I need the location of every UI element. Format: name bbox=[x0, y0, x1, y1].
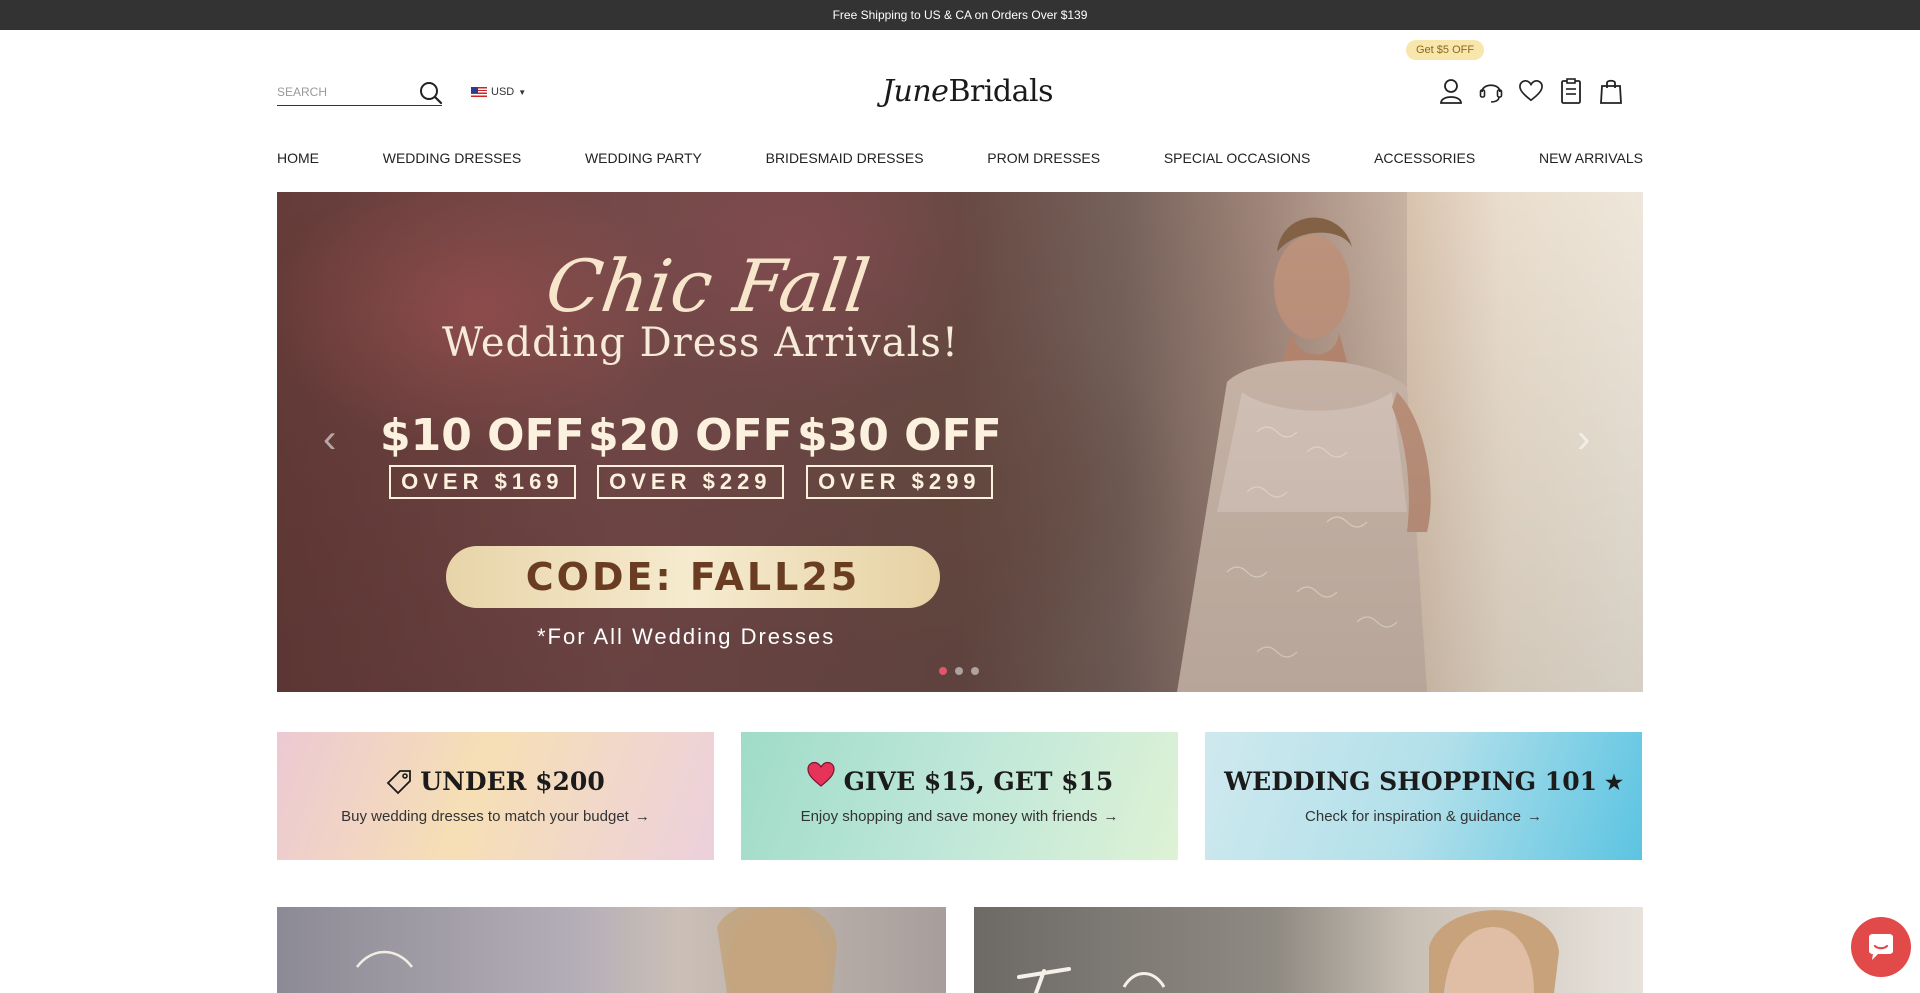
nav-special-occasions[interactable]: SPECIAL OCCASIONS bbox=[1164, 150, 1311, 166]
promo-note: *For All Wedding Dresses bbox=[537, 624, 836, 649]
us-flag-icon bbox=[471, 87, 487, 97]
search-button[interactable] bbox=[418, 80, 444, 106]
collection-banner-left[interactable] bbox=[277, 907, 946, 993]
card-text-label: Enjoy shopping and save money with frien… bbox=[800, 808, 1098, 825]
card-give-get[interactable]: GIVE $15, GET $15 Enjoy shopping and sav… bbox=[741, 732, 1178, 860]
card-title: GIVE $15, GET $15 bbox=[806, 761, 1114, 796]
card-text: Buy wedding dresses to match your budget… bbox=[341, 808, 650, 825]
nav-wedding-dresses[interactable]: WEDDING DRESSES bbox=[383, 150, 521, 166]
hero-subtitle: Wedding Dress Arrivals! bbox=[442, 320, 960, 366]
account-button[interactable] bbox=[1439, 78, 1463, 104]
carousel-dot[interactable] bbox=[955, 667, 963, 675]
card-text-label: Buy wedding dresses to match your budget bbox=[341, 808, 629, 825]
nav-home[interactable]: HOME bbox=[277, 150, 319, 166]
announcement-bar: Free Shipping to US & CA on Orders Over … bbox=[0, 0, 1920, 30]
chat-icon bbox=[1869, 934, 1893, 960]
heart-icon bbox=[807, 761, 835, 787]
support-icon bbox=[1479, 84, 1503, 103]
chevron-left-icon: ‹ bbox=[323, 417, 337, 461]
nav-wedding-party[interactable]: WEDDING PARTY bbox=[585, 150, 702, 166]
card-title-text: UNDER $200 bbox=[420, 767, 605, 796]
offer-minimum: OVER $169 bbox=[389, 465, 576, 499]
cart-button[interactable] bbox=[1599, 78, 1623, 104]
announcement-text: Free Shipping to US & CA on Orders Over … bbox=[832, 8, 1088, 22]
promo-code: CODE: FALL25 bbox=[446, 546, 940, 608]
account-icon bbox=[1440, 79, 1462, 104]
header-icons bbox=[1439, 78, 1623, 104]
collection-banner-right[interactable] bbox=[974, 907, 1643, 993]
model-image-right bbox=[1017, 910, 1559, 993]
main-nav: HOME WEDDING DRESSES WEDDING PARTY BRIDE… bbox=[277, 150, 1643, 166]
orders-icon bbox=[1561, 78, 1581, 104]
card-title: WEDDING SHOPPING 101 ★ bbox=[1224, 767, 1623, 796]
search-input[interactable] bbox=[277, 80, 417, 104]
nav-accessories[interactable]: ACCESSORIES bbox=[1374, 150, 1475, 166]
arrow-right-icon: → bbox=[634, 808, 650, 825]
chevron-right-icon: › bbox=[1577, 417, 1591, 461]
promo-cards: UNDER $200 Buy wedding dresses to match … bbox=[277, 732, 1643, 860]
wishlist-button[interactable] bbox=[1519, 78, 1543, 104]
card-text-label: Check for inspiration & guidance bbox=[1305, 808, 1521, 825]
wishlist-icon bbox=[1519, 80, 1543, 102]
offer-minimum: OVER $229 bbox=[597, 465, 784, 499]
promo-pill[interactable]: Get $5 OFF bbox=[1406, 40, 1485, 60]
currency-label: USD bbox=[491, 86, 515, 98]
header: USD ▼ JuneBridals Get $5 OFF bbox=[277, 30, 1643, 140]
carousel-dot[interactable] bbox=[971, 667, 979, 675]
card-text: Enjoy shopping and save money with frien… bbox=[801, 808, 1119, 825]
arrow-right-icon: → bbox=[1103, 808, 1119, 825]
offer-2: $20 OFF OVER $229 bbox=[588, 410, 793, 499]
card-text: Check for inspiration & guidance → bbox=[1305, 808, 1542, 825]
currency-selector[interactable]: USD ▼ bbox=[471, 86, 526, 98]
star-icon: ★ bbox=[1605, 769, 1623, 794]
live-chat-button[interactable] bbox=[1851, 917, 1911, 977]
chevron-down-icon: ▼ bbox=[518, 87, 527, 97]
offer-amount: $30 OFF bbox=[797, 410, 1002, 461]
logo-part-2: Bridals bbox=[948, 74, 1053, 109]
nav-bridesmaid-dresses[interactable]: BRIDESMAID DRESSES bbox=[766, 150, 924, 166]
search-icon bbox=[420, 82, 443, 105]
offer-amount: $10 OFF bbox=[380, 410, 585, 461]
arrow-right-icon: → bbox=[1526, 808, 1542, 825]
hero-title: Chic Fall bbox=[541, 244, 875, 328]
card-title-text: GIVE $15, GET $15 bbox=[843, 767, 1114, 796]
carousel-dots bbox=[939, 667, 979, 675]
offer-minimum: OVER $299 bbox=[806, 465, 993, 499]
nav-new-arrivals[interactable]: NEW ARRIVALS bbox=[1539, 150, 1643, 166]
carousel-next-button[interactable]: › bbox=[1577, 417, 1590, 462]
offer-3: $30 OFF OVER $299 bbox=[797, 410, 1002, 499]
model-image-left bbox=[356, 907, 837, 993]
nav-prom-dresses[interactable]: PROM DRESSES bbox=[987, 150, 1100, 166]
card-title: UNDER $200 bbox=[386, 767, 605, 796]
site-logo[interactable]: JuneBridals bbox=[882, 74, 1053, 109]
orders-button[interactable] bbox=[1559, 78, 1583, 104]
card-under-200[interactable]: UNDER $200 Buy wedding dresses to match … bbox=[277, 732, 714, 860]
offer-1: $10 OFF OVER $169 bbox=[380, 410, 585, 499]
cart-icon bbox=[1600, 79, 1622, 104]
carousel-dot[interactable] bbox=[939, 667, 947, 675]
carousel-prev-button[interactable]: ‹ bbox=[323, 417, 336, 462]
logo-part-1: June bbox=[882, 74, 949, 109]
support-button[interactable] bbox=[1479, 78, 1503, 104]
tag-icon bbox=[386, 769, 412, 794]
hero-banner[interactable]: Chic Fall Wedding Dress Arrivals! $10 OF… bbox=[277, 192, 1643, 692]
card-title-text: WEDDING SHOPPING 101 bbox=[1224, 767, 1597, 796]
offer-amount: $20 OFF bbox=[588, 410, 793, 461]
card-wedding-shopping[interactable]: WEDDING SHOPPING 101 ★ Check for inspira… bbox=[1205, 732, 1642, 860]
